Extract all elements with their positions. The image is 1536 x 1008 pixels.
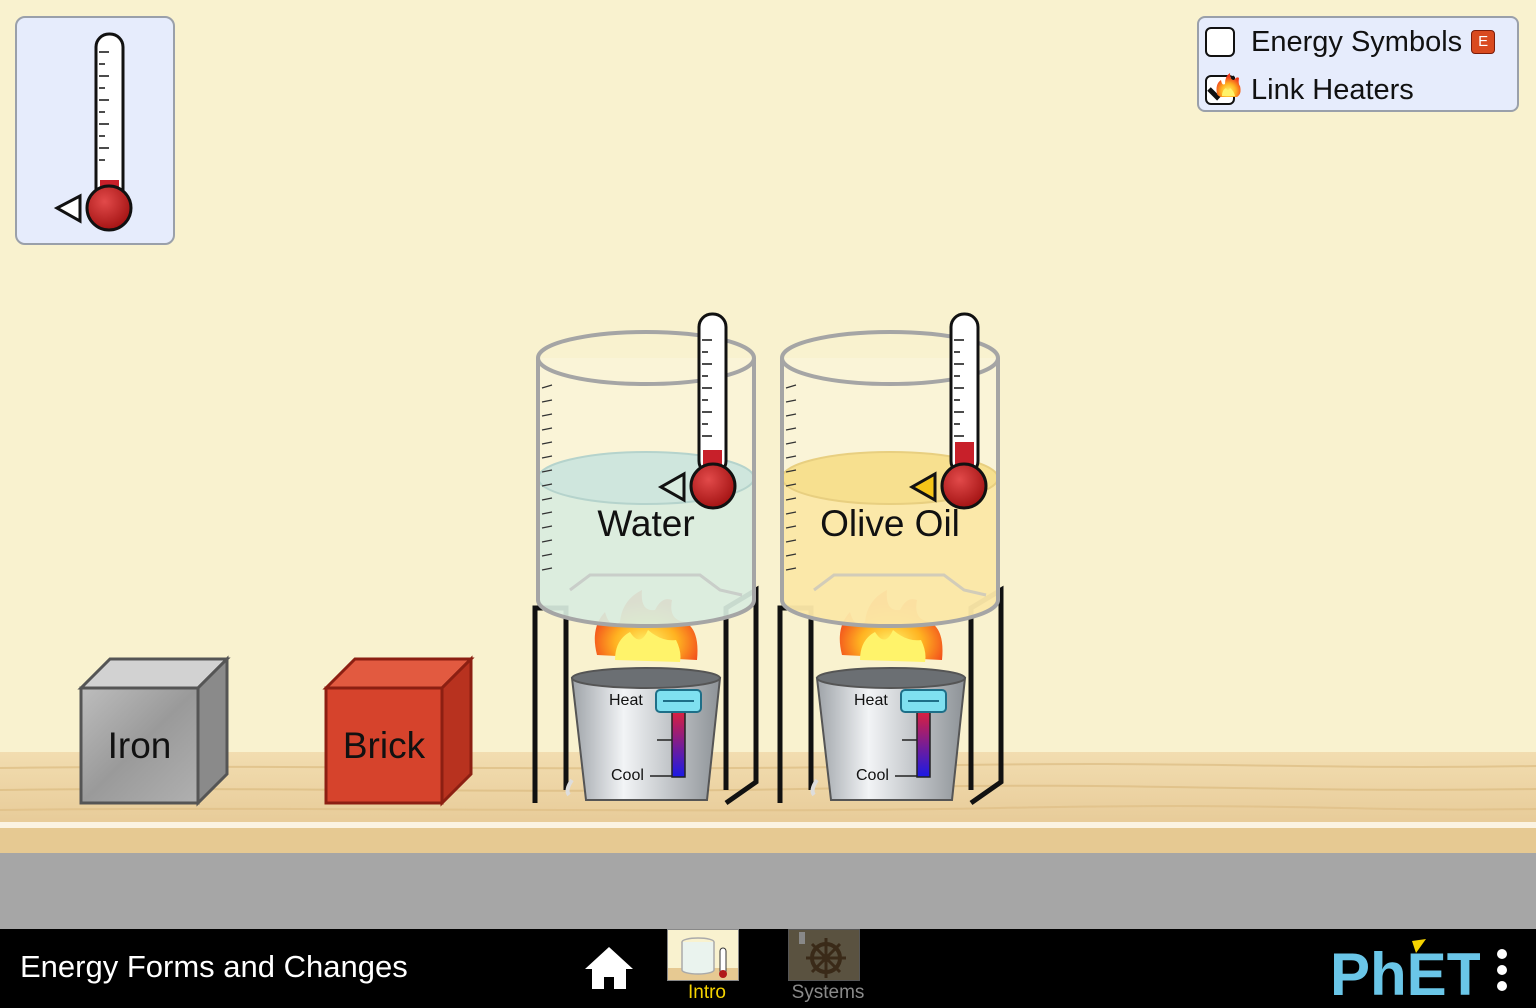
energy-symbol-icon: E [1471,30,1496,54]
flame-icon [1216,73,1241,97]
wooden-shelf [0,752,1536,853]
tab-intro-label: Intro [687,982,727,1003]
iron-label: Iron [107,725,172,766]
thermometer-toolbox[interactable] [15,16,175,245]
water-heat-label: Heat [609,692,643,709]
olive-oil-cool-label: Cool [856,767,889,784]
tab-intro[interactable]: Intro [667,929,747,1008]
energy-symbols-checkbox-box[interactable] [1205,27,1235,57]
systems-thumbnail [788,929,860,981]
menu-icon[interactable] [1494,947,1510,993]
sim-title: Energy Forms and Changes [20,949,408,984]
tab-systems[interactable]: Systems [788,929,868,1008]
navigation-bar: Energy Forms and Changes Intro Systems P… [0,929,1536,1008]
olive-oil-label: Olive Oil [820,503,960,544]
water-label: Water [597,503,695,544]
link-heaters-checkbox[interactable]: Link Heaters [1205,70,1414,110]
control-bar [0,853,1536,929]
energy-symbols-checkbox[interactable]: Energy Symbols E [1205,22,1496,62]
home-icon[interactable] [583,945,635,991]
energy-symbols-label: Energy Symbols [1251,25,1463,58]
phet-logo-graphic: PhET [1330,939,1480,1003]
intro-thumbnail [667,929,739,981]
options-panel: Energy Symbols E Link Heaters [1197,16,1519,112]
brick-label: Brick [342,725,426,766]
olive-oil-heat-label: Heat [854,692,888,709]
link-heaters-label: Link Heaters [1251,73,1414,106]
thermometer-icon[interactable] [15,16,175,245]
water-cool-label: Cool [611,767,644,784]
tab-systems-label: Systems [791,982,865,1003]
svg-text:PhET: PhET [1330,941,1480,1003]
phet-logo[interactable]: PhET [1330,937,1480,1003]
